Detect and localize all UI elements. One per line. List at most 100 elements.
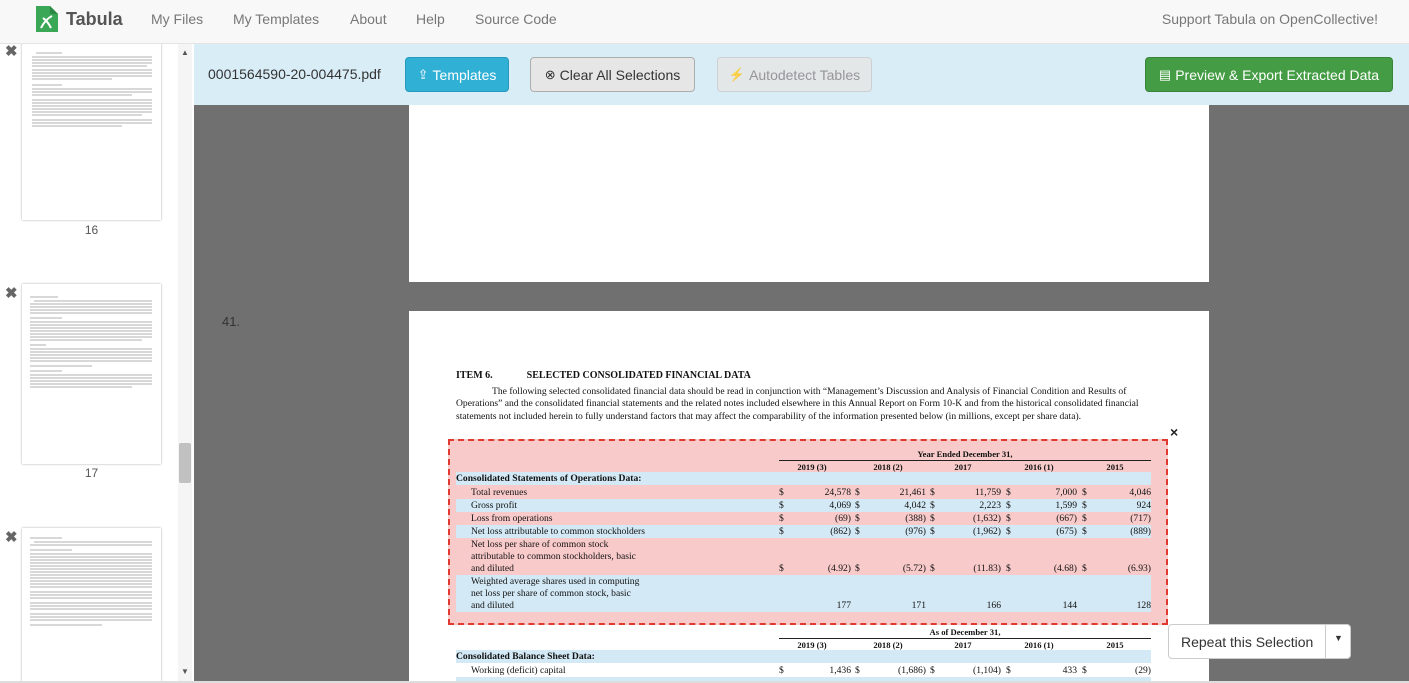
dollar-sign: $ [930, 513, 935, 524]
column-year-header: 2015 [1106, 462, 1124, 472]
row-label: Working (deficit) capital [471, 665, 566, 676]
remove-page-icon[interactable]: ✖ [5, 286, 18, 301]
column-year-header: 2017 [954, 462, 972, 472]
scroll-down-arrow-icon[interactable]: ▼ [178, 667, 192, 676]
column-year-header: 2018 (2) [873, 462, 903, 472]
dollar-sign: $ [779, 665, 784, 676]
clear-button-label: Clear All Selections [559, 66, 681, 83]
upload-icon: ⇪ [417, 66, 429, 82]
cell-value: 433 [1062, 665, 1077, 676]
dollar-sign: $ [779, 563, 784, 574]
column-year-header: 2019 (3) [797, 462, 827, 472]
cell-value: (862) [830, 526, 851, 537]
sidebar-scroll-thumb[interactable] [179, 443, 191, 483]
row-label: Net loss per share of common stock attri… [471, 539, 636, 574]
nav-help[interactable]: Help [416, 11, 445, 27]
circle-x-icon: ⊗ [544, 66, 556, 82]
item-heading: ITEM 6. SELECTED CONSOLIDATED FINANCIAL D… [456, 370, 751, 381]
section-heading: Consolidated Balance Sheet Data: [456, 651, 595, 662]
dollar-sign: $ [855, 487, 860, 498]
lightning-icon: ⚡ [728, 66, 746, 82]
repeat-selection-button[interactable]: Repeat this Selection ▼ [1168, 624, 1351, 659]
dollar-sign: $ [855, 526, 860, 537]
header-rule [779, 460, 1151, 461]
dollar-sign: $ [779, 500, 784, 511]
header-rule [779, 638, 1151, 639]
cell-value: 171 [911, 600, 926, 611]
page-thumbnail-16[interactable] [22, 44, 161, 220]
dollar-sign: $ [930, 665, 935, 676]
cell-value: (69) [835, 513, 851, 524]
nav-my-files[interactable]: My Files [151, 11, 203, 27]
cell-value: 4,069 [829, 500, 851, 511]
tabula-logo-icon [36, 6, 58, 32]
tabula-logo[interactable]: Tabula [34, 4, 123, 34]
cell-value: (1,686) [898, 665, 926, 676]
scroll-up-arrow-icon[interactable]: ▲ [178, 48, 192, 57]
dollar-sign: $ [779, 487, 784, 498]
dollar-sign: $ [1082, 526, 1087, 537]
column-year-header: 2018 (2) [873, 640, 903, 650]
nav-about[interactable]: About [350, 11, 387, 27]
dollar-sign: $ [1006, 563, 1011, 574]
preview-export-button[interactable]: ▤ Preview & Export Extracted Data [1145, 57, 1393, 92]
dollar-sign: $ [779, 526, 784, 537]
dollar-sign: $ [930, 526, 935, 537]
page-thumbnail-18[interactable] [22, 528, 161, 683]
dollar-sign: $ [1082, 513, 1087, 524]
column-year-header: 2016 (1) [1024, 462, 1054, 472]
thumbnail-text-lines [30, 296, 152, 388]
clear-all-selections-button[interactable]: ⊗ Clear All Selections [530, 57, 695, 92]
dollar-sign: $ [1082, 665, 1087, 676]
dollar-sign: $ [855, 665, 860, 676]
pdf-viewer[interactable]: 41. ITEM 6. SELECTED CONSOLIDATED FINANCI… [194, 105, 1409, 683]
cell-value: 177 [836, 600, 851, 611]
thumbnail-text-lines [30, 537, 152, 626]
cell-value: (4.92) [827, 563, 851, 574]
page-thumbnail-17[interactable] [22, 284, 161, 464]
intro-paragraph: The following selected consolidated fina… [456, 386, 1139, 422]
close-selection-icon[interactable]: × [1170, 424, 1178, 440]
list-icon: ▤ [1158, 66, 1172, 82]
dollar-sign: $ [855, 563, 860, 574]
nav-my-templates[interactable]: My Templates [233, 11, 319, 27]
document-toolbar: 0001564590-20-004475.pdf ⇪ Templates ⊗ C… [194, 44, 1409, 105]
nav-support-link[interactable]: Support Tabula on OpenCollective! [1162, 11, 1378, 27]
dollar-sign: $ [1006, 526, 1011, 537]
repeat-selection-label: Repeat this Selection [1181, 634, 1314, 650]
dollar-sign: $ [930, 563, 935, 574]
autodetect-tables-button[interactable]: ⚡ Autodetect Tables [717, 57, 872, 92]
cell-value: 2,223 [979, 500, 1001, 511]
dollar-sign: $ [855, 513, 860, 524]
pdf-page-previous[interactable] [409, 105, 1209, 282]
sidebar-scrollbar[interactable] [178, 44, 192, 683]
remove-page-icon[interactable]: ✖ [5, 44, 18, 59]
dollar-sign: $ [1082, 487, 1087, 498]
row-label: Loss from operations [471, 513, 553, 524]
brand-name: Tabula [66, 8, 123, 29]
cell-value: (1,632) [973, 513, 1001, 524]
export-button-label: Preview & Export Extracted Data [1175, 66, 1380, 83]
caret-down-icon[interactable]: ▼ [1334, 633, 1343, 643]
cell-value: 21,461 [899, 487, 926, 498]
pdf-page[interactable]: ITEM 6. SELECTED CONSOLIDATED FINANCIAL D… [409, 311, 1209, 683]
dollar-sign: $ [779, 513, 784, 524]
cell-value: (889) [1130, 526, 1151, 537]
cell-value: 166 [986, 600, 1001, 611]
cell-value: (1,104) [973, 665, 1001, 676]
cell-value: (1,962) [973, 526, 1001, 537]
page-number-label: 17 [84, 466, 99, 480]
cell-value: (4.68) [1053, 563, 1077, 574]
dollar-sign: $ [1006, 513, 1011, 524]
remove-page-icon[interactable]: ✖ [5, 530, 18, 545]
page-number-label: 16 [84, 223, 99, 237]
column-year-header: 2015 [1106, 640, 1124, 650]
item-title: SELECTED CONSOLIDATED FINANCIAL DATA [526, 370, 751, 381]
dollar-sign: $ [855, 500, 860, 511]
cell-value: (11.83) [973, 563, 1001, 574]
top-navbar: Tabula My Files My Templates About Help … [0, 0, 1409, 44]
cell-value: (717) [1130, 513, 1151, 524]
templates-button[interactable]: ⇪ Templates [405, 57, 509, 92]
section-heading: Consolidated Statements of Operations Da… [456, 473, 642, 484]
nav-source-code[interactable]: Source Code [475, 11, 557, 27]
